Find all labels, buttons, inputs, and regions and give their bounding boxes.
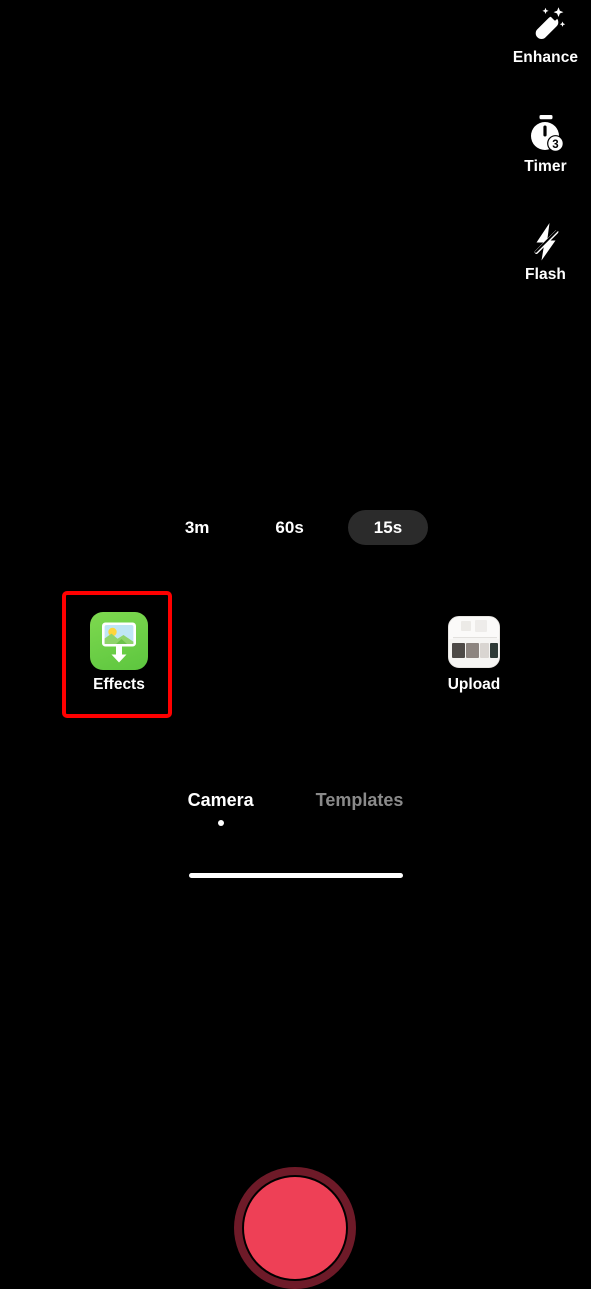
tab-camera-label: Camera (187, 790, 254, 810)
tool-label-flash: Flash (525, 266, 566, 283)
tab-active-indicator-dot (217, 820, 224, 826)
camera-tool-rail: Enhance 3 Timer Flash (500, 0, 591, 283)
tab-camera[interactable]: Camera (188, 791, 254, 826)
home-indicator[interactable] (188, 873, 403, 878)
effects-photo-download-icon (90, 612, 148, 670)
mode-tab-bar: Camera Templates (0, 791, 591, 826)
gallery-thumbnail-icon (448, 616, 500, 668)
effects-button[interactable]: Effects (90, 612, 148, 693)
record-button-inner (244, 1177, 346, 1279)
duration-selector: 3m 60s 15s (0, 510, 591, 545)
tab-templates[interactable]: Templates (316, 791, 404, 826)
camera-screen: Enhance 3 Timer Flash 3m 60s 15s Effects… (0, 0, 591, 1289)
record-button[interactable] (234, 1167, 356, 1289)
upload-button[interactable]: Upload (445, 616, 503, 693)
capture-bar: Effects Upload (0, 585, 591, 1289)
flash-off-icon (523, 219, 569, 265)
tab-templates-label: Templates (315, 790, 404, 810)
tool-item-enhance[interactable]: Enhance (500, 2, 591, 66)
tool-item-timer[interactable]: 3 Timer (500, 111, 591, 175)
effects-label: Effects (93, 676, 145, 693)
tool-label-enhance: Enhance (512, 49, 579, 66)
duration-option-15s[interactable]: 15s (347, 510, 429, 545)
duration-option-3m[interactable]: 3m (163, 510, 232, 545)
magic-wand-icon (523, 2, 569, 48)
tab-inactive-indicator-dot (357, 820, 363, 826)
tool-label-timer: Timer (524, 157, 567, 175)
stopwatch-timer-icon: 3 (523, 111, 569, 157)
duration-option-60s[interactable]: 60s (253, 510, 325, 545)
timer-badge-value: 3 (552, 139, 558, 151)
upload-label: Upload (447, 676, 501, 693)
tool-item-flash[interactable]: Flash (500, 219, 591, 283)
